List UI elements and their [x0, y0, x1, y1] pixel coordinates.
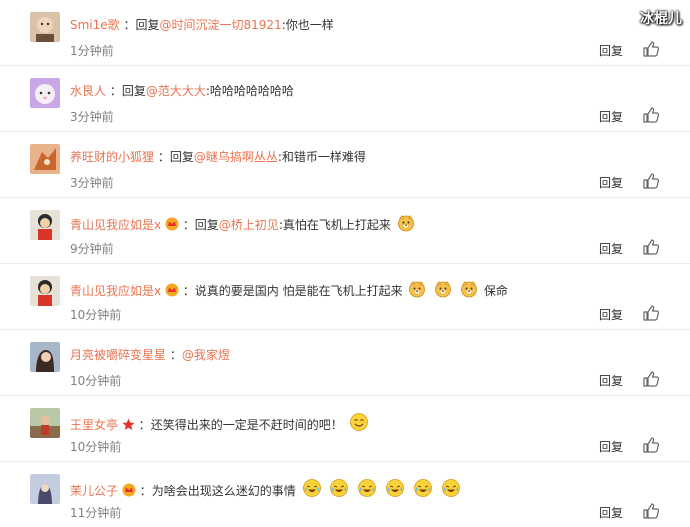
username-link[interactable]: 养旺财的小狐狸 [70, 150, 154, 164]
comment-item: 水艮人 ：回复@范大大大:哈哈哈哈哈哈哈 3分钟前 回复 [0, 66, 690, 132]
avatar[interactable] [30, 144, 60, 174]
separator: ： [182, 284, 195, 298]
star-badge-icon [122, 418, 135, 430]
thumbs-up-icon[interactable] [642, 304, 660, 322]
comment-text: 茉儿公子 ：为啥会出现这么迷幻的事情 [70, 478, 463, 500]
avatar[interactable] [30, 12, 60, 42]
comment-body: :哈哈哈哈哈哈哈 [205, 84, 294, 98]
mention-link[interactable]: @瞇乌搞啊丛丛 [194, 150, 278, 164]
comment-body: :和错币一样难得 [277, 150, 366, 164]
laugh-cry-emoji-icon [330, 479, 349, 497]
username-link[interactable]: 王里女亭 [70, 418, 118, 432]
mention-link[interactable]: @时间沉淀一切81921 [160, 18, 282, 32]
thumbs-up-icon[interactable] [642, 238, 660, 256]
timestamp: 10分钟前 [70, 374, 122, 388]
doge-emoji-icon [435, 280, 452, 298]
timestamp: 1分钟前 [70, 44, 114, 58]
mention-link[interactable]: @范大大大 [146, 84, 206, 98]
separator: ： [169, 348, 182, 362]
doge-emoji-icon [397, 214, 414, 232]
comment-body: :你也一样 [281, 18, 334, 32]
smile-emoji-icon [349, 413, 368, 431]
comment-text: 水艮人 ：回复@范大大大:哈哈哈哈哈哈哈 [70, 82, 294, 100]
avatar[interactable] [30, 408, 60, 438]
reply-button[interactable]: 回复 [599, 108, 623, 125]
comment-list: Smi1e歌 ：回复@时间沉淀一切81921:你也一样 1分钟前 回复 水艮人 … [0, 0, 690, 527]
username-link[interactable]: Smi1e歌 [70, 18, 120, 32]
username-link[interactable]: 水艮人 [70, 84, 106, 98]
vip-crown-badge-icon [165, 217, 179, 231]
reply-prefix: 回复 [169, 150, 194, 164]
comment-item: 养旺财的小狐狸 ：回复@瞇乌搞啊丛丛:和错币一样难得 3分钟前 回复 [0, 132, 690, 198]
avatar[interactable] [30, 210, 60, 240]
separator: ： [138, 418, 151, 432]
laugh-cry-emoji-icon [302, 479, 321, 497]
doge-emoji-icon [409, 280, 426, 298]
comment-item: 王里女亭 ：还笑得出来的一定是不赶时间的吧！ 10分钟前 回复 [0, 396, 690, 462]
username-link[interactable]: 月亮被嚼碎变星星 [70, 348, 166, 362]
timestamp: 3分钟前 [70, 110, 114, 124]
comment-body: 还笑得出来的一定是不赶时间的吧！ [150, 418, 343, 432]
username-link[interactable]: 青山见我应如是x [70, 218, 161, 232]
avatar[interactable] [30, 276, 60, 306]
comment-text: 青山见我应如是x ：回复@桥上初见:真怕在飞机上打起来 [70, 214, 417, 234]
timestamp: 3分钟前 [70, 176, 114, 190]
comment-item: 青山见我应如是x ：回复@桥上初见:真怕在飞机上打起来 9分钟前 回复 [0, 198, 690, 264]
thumbs-up-icon[interactable] [642, 40, 660, 58]
laugh-cry-emoji-icon [441, 479, 460, 497]
thumbs-up-icon[interactable] [642, 106, 660, 124]
reply-button[interactable]: 回复 [599, 42, 623, 59]
comment-body: 说真的要是国内 怕是能在飞机上打起来 [194, 284, 403, 298]
comment-text: 王里女亭 ：还笑得出来的一定是不赶时间的吧！ [70, 412, 371, 434]
comment-item: Smi1e歌 ：回复@时间沉淀一切81921:你也一样 1分钟前 回复 [0, 0, 690, 66]
laugh-cry-emoji-icon [386, 479, 404, 497]
reply-button[interactable]: 回复 [599, 174, 623, 191]
comment-body: :真怕在飞机上打起来 [278, 218, 391, 232]
reply-prefix: 回复 [135, 18, 160, 32]
timestamp: 10分钟前 [70, 308, 122, 322]
thumbs-up-icon[interactable] [642, 370, 660, 388]
avatar[interactable] [30, 474, 60, 504]
reply-button[interactable]: 回复 [599, 240, 623, 257]
comment-text: 月亮被嚼碎变星星 ：@我家煜 [70, 346, 230, 364]
separator: ： [139, 484, 152, 498]
timestamp: 9分钟前 [70, 242, 114, 256]
thumbs-up-icon[interactable] [642, 502, 660, 520]
reply-button[interactable]: 回复 [599, 306, 623, 323]
separator: ： [123, 18, 136, 32]
laugh-cry-emoji-icon [413, 479, 432, 497]
separator: ： [109, 84, 122, 98]
reply-button[interactable]: 回复 [599, 372, 623, 389]
comment-body: 为啥会出现这么迷幻的事情 [151, 484, 296, 498]
reply-button[interactable]: 回复 [599, 504, 623, 521]
separator: ： [182, 218, 195, 232]
comment-text: 养旺财的小狐狸 ：回复@瞇乌搞啊丛丛:和错币一样难得 [70, 148, 366, 166]
reply-prefix: 回复 [121, 84, 146, 98]
vip-crown-badge-icon [122, 483, 136, 497]
comment-item: 茉儿公子 ：为啥会出现这么迷幻的事情 11分钟前 回复 [0, 462, 690, 527]
comment-item: 月亮被嚼碎变星星 ：@我家煜 10分钟前 回复 [0, 330, 690, 396]
mention-link[interactable]: @桥上初见 [219, 218, 279, 232]
timestamp: 11分钟前 [70, 506, 122, 520]
avatar[interactable] [30, 342, 60, 372]
thumbs-up-icon[interactable] [642, 436, 660, 454]
watermark: 冰棍儿 [640, 11, 682, 27]
comment-text: Smi1e歌 ：回复@时间沉淀一切81921:你也一样 [70, 16, 334, 34]
separator: ： [157, 150, 170, 164]
avatar[interactable] [30, 78, 60, 108]
username-link[interactable]: 茉儿公子 [70, 484, 118, 498]
laugh-cry-emoji-icon [358, 479, 377, 497]
thumbs-up-icon[interactable] [642, 172, 660, 190]
comment-body-suffix: 保命 [483, 284, 508, 298]
timestamp: 10分钟前 [70, 440, 122, 454]
mention-link[interactable]: @我家煜 [182, 348, 230, 362]
username-link[interactable]: 青山见我应如是x [70, 284, 161, 298]
reply-button[interactable]: 回复 [599, 438, 623, 455]
comment-text: 青山见我应如是x ：说真的要是国内 怕是能在飞机上打起来 保命 [70, 280, 508, 300]
vip-crown-badge-icon [165, 283, 179, 297]
reply-prefix: 回复 [194, 218, 219, 232]
doge-emoji-icon [461, 280, 477, 298]
comment-item: 青山见我应如是x ：说真的要是国内 怕是能在飞机上打起来 保命 10分钟前 回复 [0, 264, 690, 330]
